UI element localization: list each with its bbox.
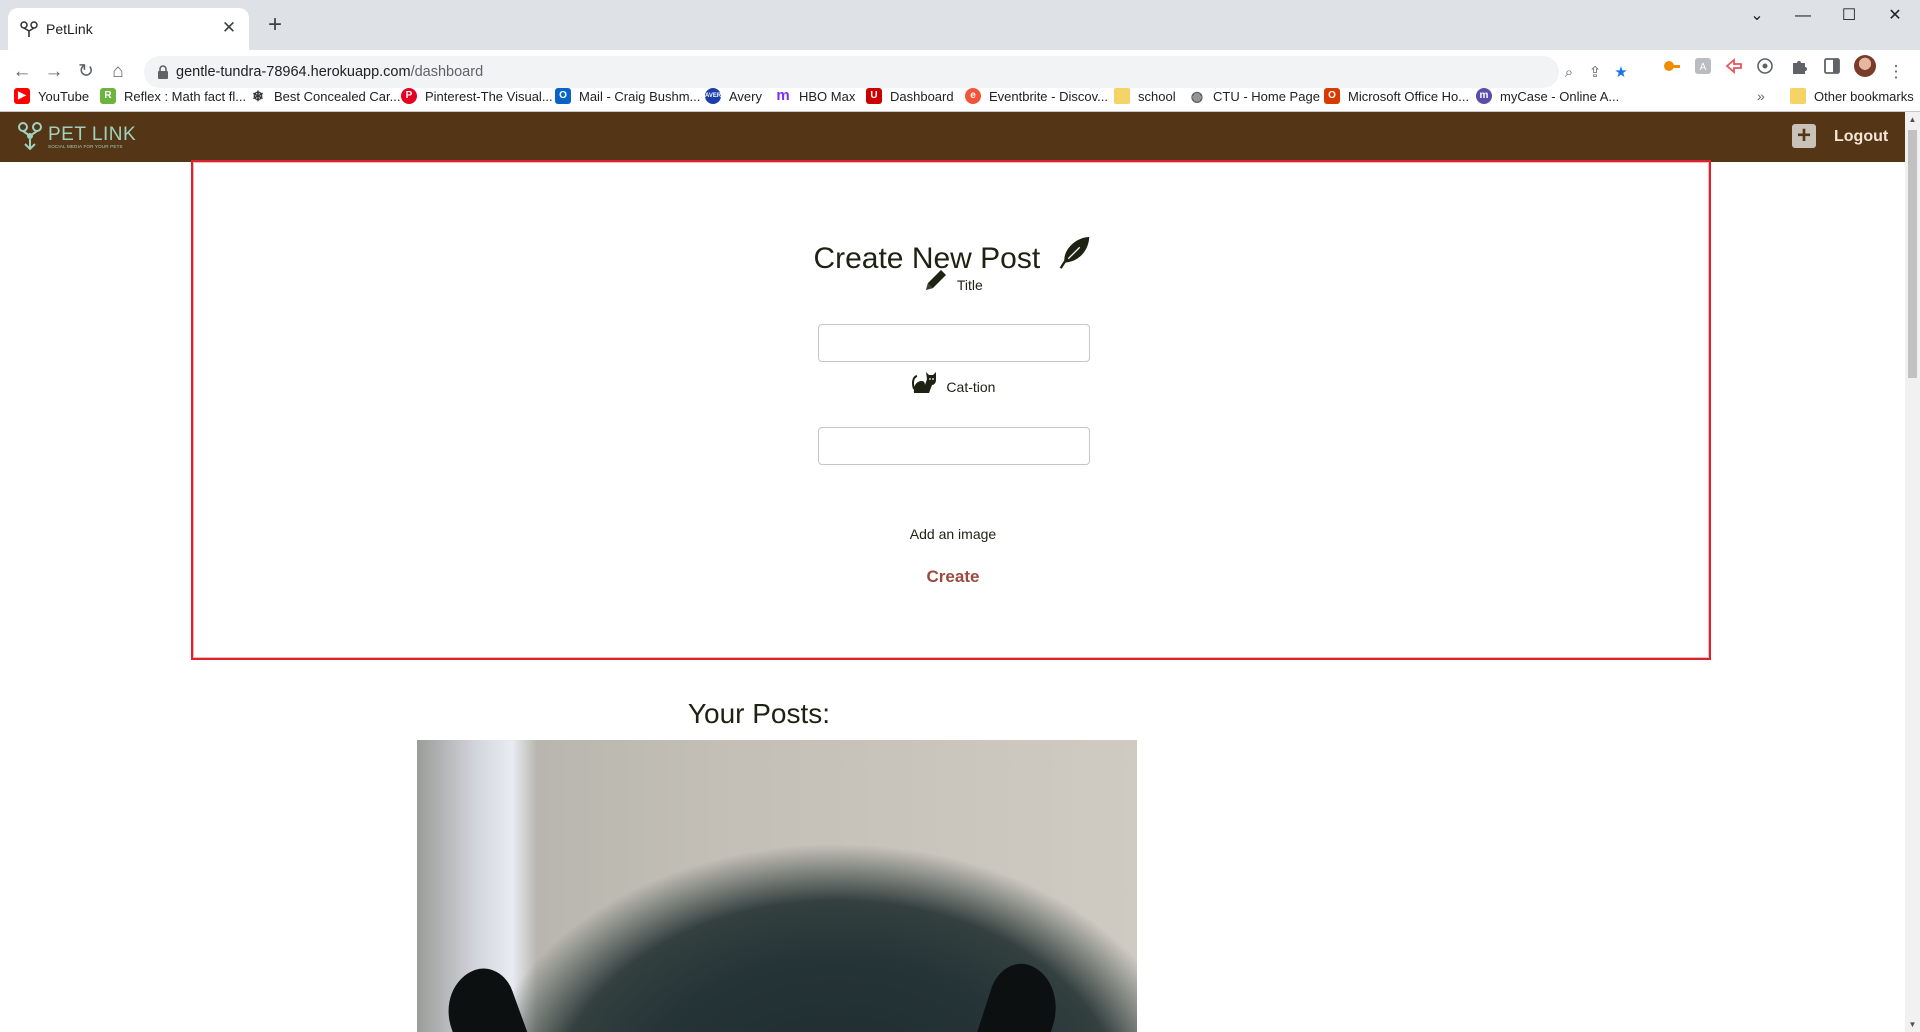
reflex-icon: R [100, 88, 116, 104]
bookmark-item[interactable]: O Mail - Craig Bushm... [555, 80, 700, 112]
logo-text-block: PET LINK SOCIAL MEDIA FOR YOUR PETS [48, 123, 137, 149]
bookmark-item[interactable]: P Pinterest-The Visual... [401, 80, 553, 112]
logout-link[interactable]: Logout [1834, 128, 1888, 146]
dashboard-icon: U [866, 88, 882, 104]
extension-gray-icon[interactable]: A [1694, 57, 1712, 75]
other-bookmarks-label: Other bookmarks [1814, 88, 1914, 104]
office-icon: O [1324, 88, 1340, 104]
bookmark-item[interactable]: ▶ YouTube [14, 80, 89, 112]
bookmark-label: Pinterest-The Visual... [425, 88, 553, 104]
cat-ear-right [975, 956, 1069, 1032]
cat-icon [911, 372, 936, 393]
bookmark-label: Reflex : Math fact fl... [124, 88, 247, 104]
hbomax-icon: m [776, 87, 790, 104]
new-tab-button[interactable]: + [262, 13, 288, 39]
url-path: /dashboard [410, 64, 484, 80]
bookmark-item[interactable]: m HBO Max [775, 80, 855, 112]
maximize-button[interactable]: ☐ [1826, 4, 1872, 28]
outlook-icon: O [555, 88, 571, 104]
caption-input[interactable] [818, 427, 1090, 465]
pencil-icon [926, 270, 947, 290]
profile-avatar[interactable] [1854, 55, 1876, 77]
snowflake-icon: ❄ [252, 88, 264, 104]
bookmark-item[interactable]: AVERY Avery [705, 80, 762, 112]
bookmark-label: HBO Max [799, 88, 856, 104]
tab-search-icon[interactable]: ⌄ [1734, 4, 1780, 28]
mycase-icon: m [1476, 88, 1492, 104]
bookmark-label: Best Concealed Car... [274, 88, 401, 104]
folder-icon [1114, 88, 1130, 104]
bookmark-label: Dashboard [890, 88, 954, 104]
other-bookmarks[interactable]: Other bookmarks [1790, 80, 1914, 112]
create-post-panel: Create New Post Title Cat-tion Add an im… [191, 160, 1711, 660]
bookmark-label: Avery [729, 88, 762, 104]
page-viewport: PET LINK SOCIAL MEDIA FOR YOUR PETS + Lo… [0, 112, 1905, 1032]
petlink-favicon-icon [20, 21, 38, 37]
extension-circle-icon[interactable] [1756, 57, 1774, 75]
title-label-text: Title [956, 277, 983, 293]
youtube-icon: ▶ [14, 88, 30, 104]
caption-label-text: Cat-tion [946, 379, 996, 395]
tab-strip: PetLink ✕ + ⌄ — ☐ ✕ [0, 0, 1920, 50]
scroll-down-icon[interactable]: ▼ [1908, 1020, 1917, 1029]
folder-icon [1790, 88, 1806, 104]
close-window-button[interactable]: ✕ [1872, 4, 1918, 28]
bookmark-item[interactable]: ◍ CTU - Home Page [1189, 80, 1320, 112]
eventbrite-icon: e [965, 88, 981, 104]
bookmarks-bar: ▶ YouTube R Reflex : Math fact fl... ❄ Best… [0, 80, 1920, 112]
avery-icon: AVERY [705, 88, 725, 104]
bookmark-item[interactable]: e Eventbrite - Discov... [965, 80, 1108, 112]
bookmark-item[interactable]: O Microsoft Office Ho... [1324, 80, 1469, 112]
caption-label: Cat-tion [193, 369, 1713, 395]
pinterest-icon: P [401, 88, 417, 104]
scroll-up-icon[interactable]: ▲ [1908, 115, 1917, 124]
minimize-button[interactable]: — [1780, 4, 1826, 28]
title-input[interactable] [818, 324, 1090, 362]
lock-icon [158, 65, 168, 79]
create-button[interactable]: Create [893, 562, 1013, 592]
bookmark-item[interactable]: R Reflex : Math fact fl... [100, 80, 246, 112]
paw-network-icon [18, 122, 42, 151]
bookmark-label: CTU - Home Page [1213, 88, 1320, 104]
bookmark-item[interactable]: ❄ Best Concealed Car... [250, 80, 400, 112]
bookmark-item[interactable]: m myCase - Online A... [1476, 80, 1619, 112]
your-posts-heading: Your Posts: [687, 698, 831, 729]
tab-title: PetLink [46, 21, 93, 37]
bookmark-item[interactable]: school [1114, 80, 1176, 112]
tab-close-icon[interactable]: ✕ [219, 18, 239, 38]
extension-arrow-icon[interactable] [1725, 57, 1743, 75]
side-panel-icon[interactable] [1823, 57, 1841, 75]
bookmark-label: Eventbrite - Discov... [989, 88, 1108, 104]
svg-text:A: A [1700, 62, 1707, 73]
cat-ear-left [435, 960, 529, 1032]
extensions-puzzle-icon[interactable] [1790, 57, 1808, 75]
bookmark-label: YouTube [38, 88, 90, 104]
url-host: gentle-tundra-78964.herokuapp.com [176, 64, 411, 80]
petlink-logo[interactable]: PET LINK SOCIAL MEDIA FOR YOUR PETS [18, 121, 136, 153]
app-navbar: PET LINK SOCIAL MEDIA FOR YOUR PETS + Lo… [0, 112, 1905, 162]
browser-tab[interactable]: PetLink ✕ [8, 8, 249, 50]
bookmark-item[interactable]: U Dashboard [866, 80, 954, 112]
add-post-icon[interactable]: + [1792, 124, 1816, 148]
bookmarks-overflow-icon[interactable]: » [1757, 80, 1765, 112]
bookmark-label: Microsoft Office Ho... [1348, 88, 1470, 104]
bookmark-label: school [1138, 88, 1176, 104]
bookmark-label: Mail - Craig Bushm... [579, 88, 701, 104]
logo-text: PET LINK [48, 123, 137, 145]
scrollbar-thumb[interactable] [1908, 130, 1917, 378]
title-label: Title [193, 267, 1713, 293]
globe-icon: ◍ [1190, 88, 1204, 104]
page-scrollbar[interactable]: ▲ ▼ [1905, 112, 1920, 1032]
url-text: gentle-tundra-78964.herokuapp.com/dashbo… [176, 64, 483, 80]
bookmark-label: myCase - Online A... [1500, 88, 1620, 104]
extension-key-icon[interactable] [1663, 57, 1681, 75]
post-image[interactable] [417, 740, 1137, 1032]
add-image-button[interactable]: Add an image [193, 526, 1713, 542]
